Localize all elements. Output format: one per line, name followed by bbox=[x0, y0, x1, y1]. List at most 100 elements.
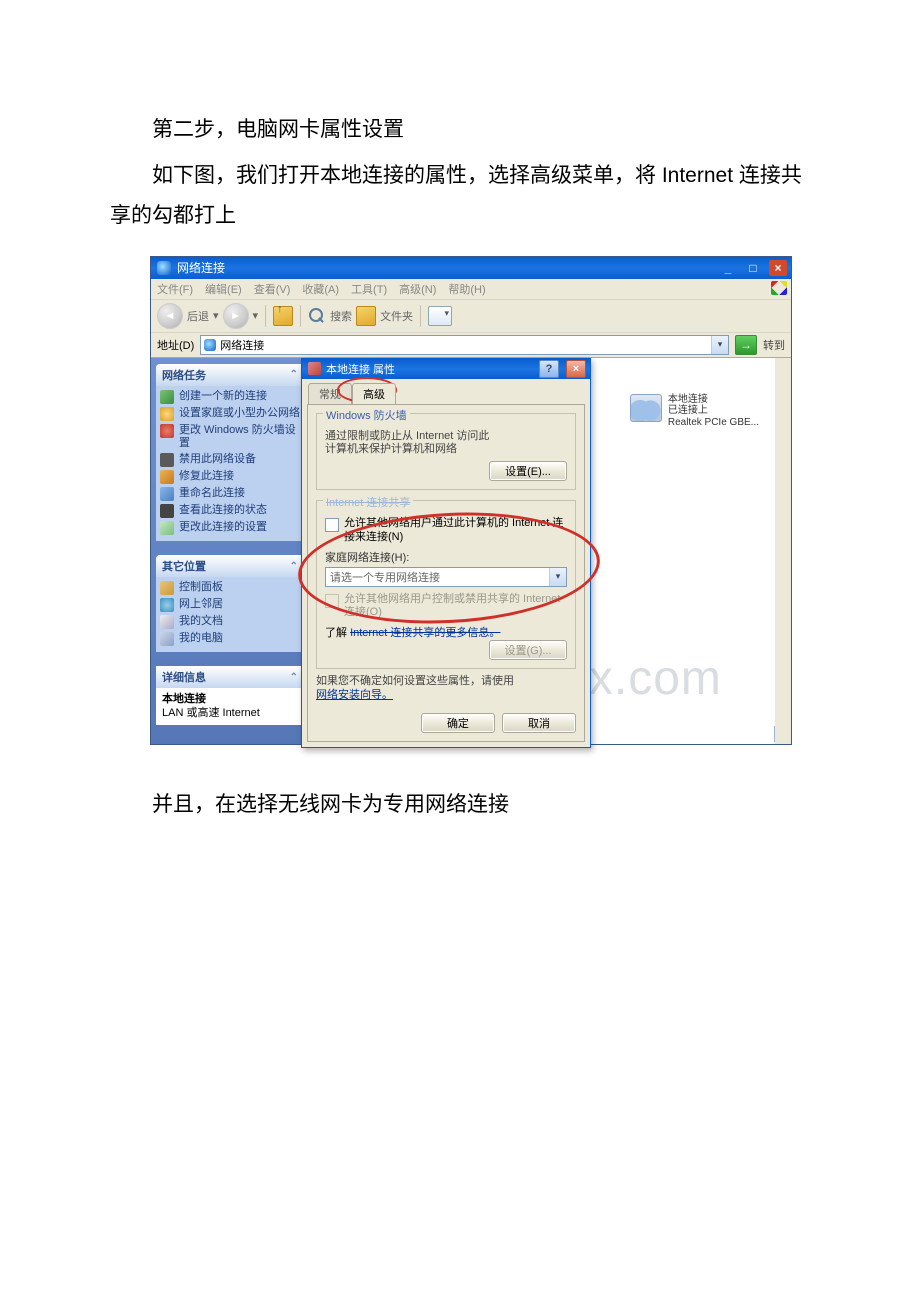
address-value: 网络连接 bbox=[220, 337, 264, 353]
task-new-connection[interactable]: 创建一个新的连接 bbox=[160, 390, 300, 404]
collapse-icon: ⌃ bbox=[290, 561, 298, 572]
forward-button[interactable]: ► bbox=[223, 303, 249, 329]
menu-help[interactable]: 帮助(H) bbox=[448, 281, 485, 297]
home-network-icon bbox=[160, 407, 174, 421]
allow-connect-row[interactable]: 允许其他网络用户通过此计算机的 Internet 连接来连接(N) bbox=[325, 517, 567, 545]
disable-icon bbox=[160, 453, 174, 467]
task-repair-connection[interactable]: 修复此连接 bbox=[160, 470, 300, 484]
details-connection-type: LAN 或高速 Internet bbox=[162, 706, 298, 720]
network-tasks-header[interactable]: 网络任务 ⌃ bbox=[156, 364, 304, 386]
network-connections-icon bbox=[157, 261, 171, 275]
address-field[interactable]: 网络连接 ▾ bbox=[200, 335, 729, 355]
firewall-icon bbox=[160, 424, 174, 438]
close-button[interactable]: × bbox=[769, 260, 787, 276]
go-label: 转到 bbox=[763, 337, 785, 353]
place-control-panel[interactable]: 控制面板 bbox=[160, 581, 300, 595]
properties-dialog: 本地连接 属性 ? × 常规 高级 Windows 防火墙 通过限制或防止从 I… bbox=[301, 358, 591, 748]
tab-advanced[interactable]: 高级 bbox=[352, 383, 396, 404]
toolbar-separator bbox=[265, 305, 266, 327]
folders-label: 文件夹 bbox=[380, 308, 413, 324]
folders-icon[interactable] bbox=[356, 306, 376, 326]
scroll-down-icon[interactable]: ▾ bbox=[774, 726, 790, 742]
home-network-placeholder: 请选一个专用网络连接 bbox=[330, 569, 440, 585]
menu-advanced[interactable]: 高级(N) bbox=[399, 281, 436, 297]
allow-control-checkbox bbox=[325, 594, 339, 608]
address-dropdown-icon[interactable]: ▾ bbox=[711, 336, 728, 354]
explorer-body: 网络任务 ⌃ 创建一个新的连接 设置家庭或小型办公网络 更改 Windows 防… bbox=[151, 358, 791, 744]
back-drop-icon[interactable]: ▾ bbox=[213, 309, 219, 322]
task-change-settings[interactable]: 更改此连接的设置 bbox=[160, 521, 300, 535]
dialog-help-button[interactable]: ? bbox=[539, 360, 559, 378]
views-button[interactable] bbox=[428, 306, 452, 326]
menu-edit[interactable]: 编辑(E) bbox=[205, 281, 242, 297]
lan-connection-icon bbox=[630, 394, 662, 422]
address-label: 地址(D) bbox=[157, 337, 194, 353]
other-places-header[interactable]: 其它位置 ⌃ bbox=[156, 555, 304, 577]
explorer-title: 网络连接 bbox=[177, 259, 225, 276]
paragraph-instruction-1: 如下图，我们打开本地连接的属性，选择高级菜单，将 Internet 连接共享的勾… bbox=[110, 156, 810, 236]
paragraph-step-title: 第二步，电脑网卡属性设置 bbox=[110, 110, 810, 150]
learn-more-prefix: 了解 bbox=[325, 627, 347, 639]
tab-general[interactable]: 常规 bbox=[308, 383, 352, 404]
details-header[interactable]: 详细信息 ⌃ bbox=[156, 666, 304, 688]
dialog-close-button[interactable]: × bbox=[566, 360, 586, 378]
document-page: 第二步，电脑网卡属性设置 如下图，我们打开本地连接的属性，选择高级菜单，将 In… bbox=[0, 0, 920, 871]
network-setup-wizard-link[interactable]: 网络安装向导。 bbox=[316, 689, 393, 701]
place-network-neighborhood[interactable]: 网上邻居 bbox=[160, 598, 300, 612]
dialog-titlebar: 本地连接 属性 ? × bbox=[302, 359, 590, 379]
details-block: 详细信息 ⌃ 本地连接 LAN 或高速 Internet bbox=[156, 666, 304, 725]
firewall-group: Windows 防火墙 通过限制或防止从 Internet 访问此计算机来保护计… bbox=[316, 413, 576, 491]
collapse-icon: ⌃ bbox=[290, 672, 298, 683]
task-setup-home-network[interactable]: 设置家庭或小型办公网络 bbox=[160, 407, 300, 421]
dialog-title: 本地连接 属性 bbox=[326, 361, 395, 377]
firewall-settings-button[interactable]: 设置(E)... bbox=[489, 461, 567, 481]
menu-view[interactable]: 查看(V) bbox=[254, 281, 291, 297]
network-tasks-block: 网络任务 ⌃ 创建一个新的连接 设置家庭或小型办公网络 更改 Windows 防… bbox=[156, 364, 304, 541]
details-title: 详细信息 bbox=[162, 669, 206, 685]
connection-status: 已连接上 bbox=[668, 405, 759, 417]
forward-drop-icon[interactable]: ▾ bbox=[253, 309, 259, 322]
task-view-status[interactable]: 查看此连接的状态 bbox=[160, 504, 300, 518]
rename-icon bbox=[160, 487, 174, 501]
task-change-firewall[interactable]: 更改 Windows 防火墙设置 bbox=[160, 424, 300, 450]
screenshot-network-connections: 网络连接 _ □ × 文件(F) 编辑(E) 查看(V) 收藏(A) 工具(T)… bbox=[150, 256, 792, 745]
settings-icon bbox=[160, 521, 174, 535]
explorer-titlebar: 网络连接 _ □ × bbox=[151, 257, 791, 279]
search-icon[interactable] bbox=[308, 307, 326, 325]
allow-connect-label: 允许其他网络用户通过此计算机的 Internet 连接来连接(N) bbox=[344, 517, 567, 545]
properties-icon bbox=[308, 362, 321, 375]
network-places-icon bbox=[160, 598, 174, 612]
paragraph-instruction-2: 并且，在选择无线网卡为专用网络连接 bbox=[110, 785, 810, 825]
home-network-dropdown[interactable]: 请选一个专用网络连接 ▾ bbox=[325, 567, 567, 587]
minimize-button[interactable]: _ bbox=[719, 260, 737, 276]
sharing-group-title: Internet 连接共享 bbox=[323, 494, 413, 510]
task-disable-device[interactable]: 禁用此网络设备 bbox=[160, 453, 300, 467]
firewall-desc: 通过限制或防止从 Internet 访问此计算机来保护计算机和网络 bbox=[325, 430, 495, 458]
dialog-tabs: 常规 高级 bbox=[302, 379, 590, 404]
allow-connect-checkbox[interactable] bbox=[325, 518, 339, 532]
up-folder-icon[interactable] bbox=[273, 306, 293, 326]
back-button[interactable]: ◄ bbox=[157, 303, 183, 329]
collapse-icon: ⌃ bbox=[290, 369, 298, 380]
cancel-button[interactable]: 取消 bbox=[502, 713, 576, 733]
connection-item-local[interactable]: 本地连接 已连接上 Realtek PCIe GBE... bbox=[630, 394, 759, 429]
maximize-button[interactable]: □ bbox=[744, 260, 762, 276]
place-my-computer[interactable]: 我的电脑 bbox=[160, 632, 300, 646]
learn-more-link[interactable]: Internet 连接共享的更多信息。 bbox=[350, 627, 500, 639]
menu-tools[interactable]: 工具(T) bbox=[351, 281, 387, 297]
search-label: 搜索 bbox=[330, 308, 352, 324]
place-my-documents[interactable]: 我的文档 bbox=[160, 615, 300, 629]
menu-favorites[interactable]: 收藏(A) bbox=[302, 281, 339, 297]
ok-button[interactable]: 确定 bbox=[421, 713, 495, 733]
toolbar-separator bbox=[420, 305, 421, 327]
sharing-group: Internet 连接共享 允许其他网络用户通过此计算机的 Internet 连… bbox=[316, 500, 576, 669]
other-places-title: 其它位置 bbox=[162, 558, 206, 574]
windows-flag-icon bbox=[771, 281, 787, 295]
new-connection-icon bbox=[160, 390, 174, 404]
go-button[interactable]: → bbox=[735, 335, 757, 355]
menu-file[interactable]: 文件(F) bbox=[157, 281, 193, 297]
allow-control-row: 允许其他网络用户控制或禁用共享的 Internet 连接(O) bbox=[325, 593, 567, 621]
sharing-settings-button: 设置(G)... bbox=[489, 640, 567, 660]
allow-control-label: 允许其他网络用户控制或禁用共享的 Internet 连接(O) bbox=[344, 593, 567, 621]
task-rename-connection[interactable]: 重命名此连接 bbox=[160, 487, 300, 501]
